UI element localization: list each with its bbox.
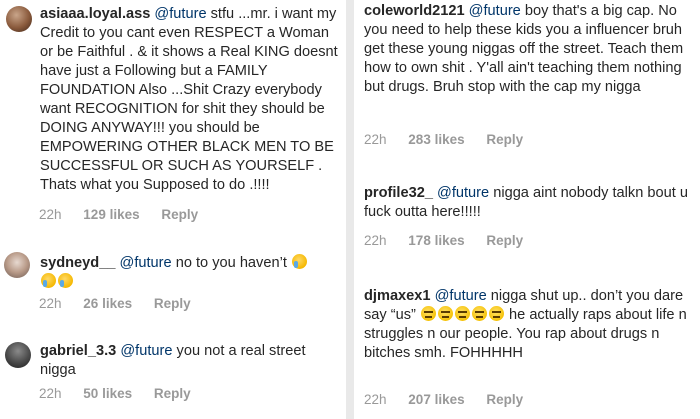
avatar[interactable] [4, 252, 30, 278]
left-comments-panel: asiaaa.loyal.ass @future stfu ...mr. i w… [0, 0, 346, 419]
comment-username[interactable]: asiaaa.loyal.ass [40, 6, 150, 22]
expressionless-emoji-icon [454, 306, 470, 321]
comment-item: asiaaa.loyal.ass @future stfu ...mr. i w… [40, 5, 340, 195]
likes-link[interactable]: 207 likes [408, 392, 464, 407]
mention-link[interactable]: @future [154, 6, 206, 22]
expressionless-emoji-icon [488, 306, 504, 321]
comment-text: asiaaa.loyal.ass @future stfu ...mr. i w… [40, 5, 340, 195]
comment-meta: 22h 50 likes Reply [39, 386, 191, 401]
comment-text: coleworld2121 @future boy that's a big c… [364, 2, 696, 97]
right-comments-panel: coleworld2121 @future boy that's a big c… [354, 0, 700, 419]
avatar[interactable] [5, 342, 31, 368]
comment-time: 22h [364, 233, 387, 248]
mention-link[interactable]: @future [435, 288, 487, 304]
reply-button[interactable]: Reply [486, 392, 523, 407]
comment-meta: 22h 129 likes Reply [39, 207, 198, 222]
likes-link[interactable]: 178 likes [408, 233, 464, 248]
avatar[interactable] [6, 6, 32, 32]
tears-of-joy-emoji-icon [41, 273, 56, 288]
comment-username[interactable]: coleworld2121 [364, 3, 465, 19]
comment-body: no to you haven’t [175, 255, 287, 271]
mention-link[interactable]: @future [120, 343, 172, 359]
comment-username[interactable]: sydneyd__ [40, 255, 115, 271]
expressionless-emoji-icon [437, 306, 453, 321]
comment-item: sydneyd__ @future no to you haven’t [40, 254, 340, 292]
tears-of-joy-emoji-icon [58, 273, 73, 288]
likes-link[interactable]: 26 likes [83, 296, 132, 311]
reply-button[interactable]: Reply [486, 132, 523, 147]
comment-time: 22h [39, 296, 62, 311]
mention-link[interactable]: @future [469, 3, 521, 19]
comment-text: sydneyd__ @future no to you haven’t [40, 254, 340, 292]
comment-item: profile32_ @future nigga aint nobody tal… [364, 184, 696, 222]
mention-link[interactable]: @future [437, 185, 489, 201]
comment-item: coleworld2121 @future boy that's a big c… [364, 2, 696, 97]
reply-button[interactable]: Reply [486, 233, 523, 248]
comment-item: gabriel_3.3 @future you not a real stree… [40, 342, 340, 380]
comment-item: djmaxex1 @future nigga shut up.. don’t y… [364, 287, 696, 363]
comment-meta: 22h 178 likes Reply [364, 233, 523, 248]
comment-username[interactable]: djmaxex1 [364, 288, 431, 304]
comment-username[interactable]: profile32_ [364, 185, 433, 201]
reply-button[interactable]: Reply [154, 386, 191, 401]
likes-link[interactable]: 129 likes [83, 207, 139, 222]
comment-time: 22h [364, 132, 387, 147]
expressionless-emoji-icon [471, 306, 487, 321]
mention-link[interactable]: @future [120, 255, 172, 271]
likes-link[interactable]: 283 likes [408, 132, 464, 147]
comment-time: 22h [39, 386, 62, 401]
comment-text: djmaxex1 @future nigga shut up.. don’t y… [364, 287, 696, 363]
expressionless-emoji-icon [420, 306, 436, 321]
likes-link[interactable]: 50 likes [83, 386, 132, 401]
reply-button[interactable]: Reply [161, 207, 198, 222]
comment-text: gabriel_3.3 @future you not a real stree… [40, 342, 340, 380]
comment-username[interactable]: gabriel_3.3 [40, 343, 116, 359]
tears-of-joy-emoji-icon [291, 254, 307, 269]
comment-body: stfu ...mr. i want my Credit to you cant… [40, 6, 338, 193]
comment-meta: 22h 207 likes Reply [364, 392, 523, 407]
panel-divider [346, 0, 354, 419]
comment-time: 22h [364, 392, 387, 407]
comment-meta: 22h 283 likes Reply [364, 132, 523, 147]
comment-meta: 22h 26 likes Reply [39, 296, 191, 311]
comment-text: profile32_ @future nigga aint nobody tal… [364, 184, 696, 222]
reply-button[interactable]: Reply [154, 296, 191, 311]
comment-time: 22h [39, 207, 62, 222]
